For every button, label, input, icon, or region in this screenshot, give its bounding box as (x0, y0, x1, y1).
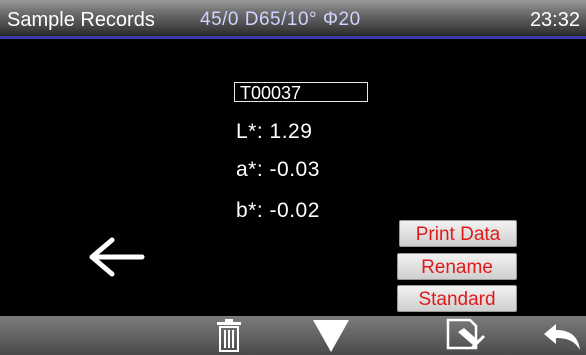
return-arrow-icon[interactable] (540, 316, 584, 355)
trash-icon[interactable] (215, 316, 243, 355)
measurement-mode: 45/0 D65/10° Φ20 (200, 9, 361, 30)
a-value: a*: -0.03 (236, 158, 320, 181)
page-title: Sample Records (7, 9, 155, 31)
left-arrow-icon[interactable] (86, 236, 146, 278)
header-divider (0, 36, 586, 39)
triangle-down-icon[interactable] (311, 316, 351, 355)
b-value: b*: -0.02 (236, 199, 320, 222)
standard-button[interactable]: Standard (397, 285, 517, 312)
l-value: L*: 1.29 (236, 120, 313, 143)
header-bar: Sample Records 45/0 D65/10° Φ20 23:32 (0, 0, 586, 39)
bottom-toolbar (0, 316, 586, 355)
sample-id-field[interactable]: T00037 (234, 82, 368, 103)
rename-button[interactable]: Rename (397, 253, 517, 280)
print-data-button[interactable]: Print Data (399, 220, 517, 247)
document-edit-icon[interactable] (444, 316, 486, 355)
clock: 23:32 (529, 9, 580, 31)
